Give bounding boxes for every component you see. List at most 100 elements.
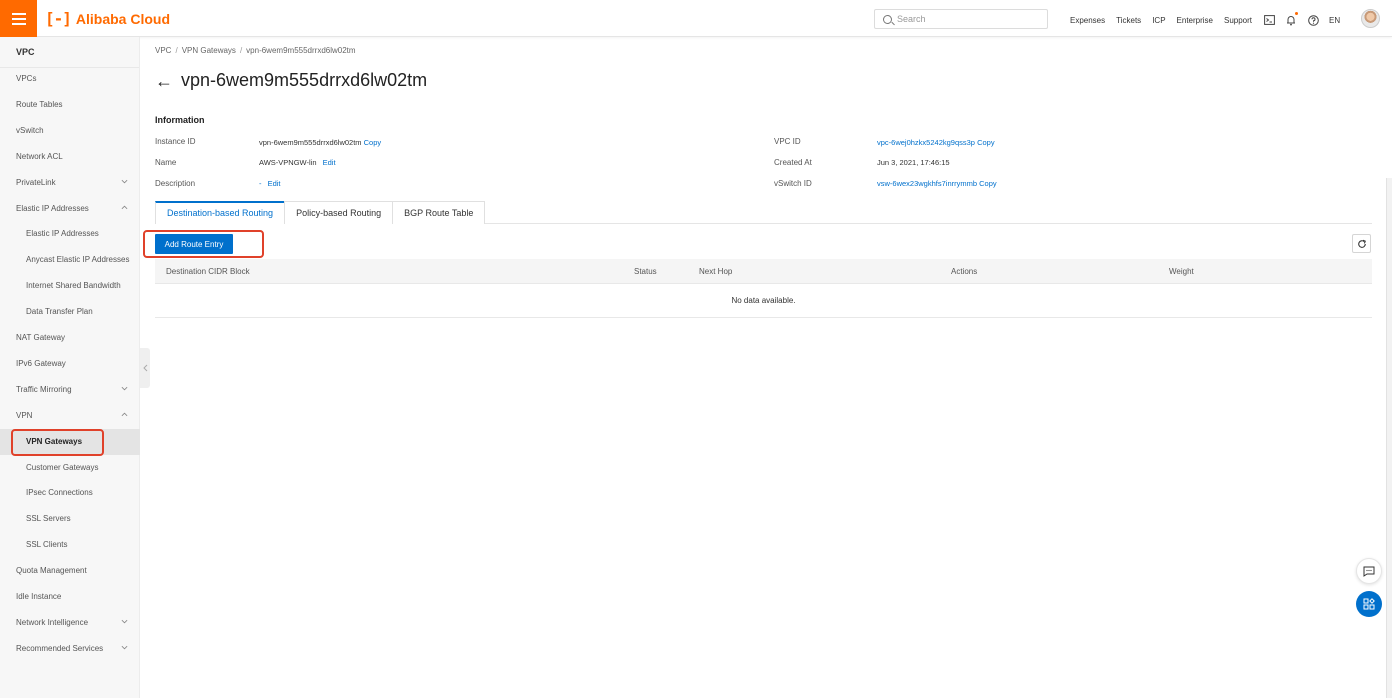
sidebar-item-label: VPN	[16, 410, 33, 420]
logo-text: Alibaba Cloud	[75, 10, 171, 27]
sidebar-item-vswitch[interactable]: vSwitch	[0, 118, 140, 144]
language-switch[interactable]: EN	[1329, 16, 1340, 25]
sidebar-item-label: SSL Servers	[26, 514, 71, 524]
copy-vswitch-id-link[interactable]: Copy	[979, 179, 997, 188]
vswitch-id-label: vSwitch ID	[774, 179, 812, 188]
sidebar-item-label: Elastic IP Addresses	[16, 203, 89, 213]
sidebar-item-label: VPCs	[16, 74, 37, 83]
sidebar-collapse-button[interactable]	[140, 348, 150, 388]
tickets-link[interactable]: Tickets	[1116, 16, 1141, 25]
hamburger-menu-button[interactable]	[0, 0, 37, 37]
breadcrumb-separator: /	[239, 46, 243, 55]
chevron-down-icon	[121, 619, 128, 624]
sidebar-item-elastic-ip-addresses[interactable]: Elastic IP Addresses	[0, 196, 140, 222]
breadcrumb-vpc[interactable]: VPC	[155, 46, 171, 55]
name-value-group: AWS-VPNGW-lin Edit	[259, 158, 336, 167]
sidebar-item-label: Network Intelligence	[16, 617, 89, 627]
chevron-down-icon	[121, 645, 128, 650]
sidebar-item-data-transfer-plan[interactable]: Data Transfer Plan	[0, 299, 140, 325]
breadcrumb-vpn-gateways[interactable]: VPN Gateways	[182, 46, 236, 55]
sidebar-item-ssl-clients[interactable]: SSL Clients	[0, 532, 140, 558]
copy-vpc-id-link[interactable]: Copy	[977, 138, 995, 147]
sidebar-item-route-tables[interactable]: Route Tables	[0, 92, 140, 118]
tab-policy-based-routing[interactable]: Policy-based Routing	[284, 201, 394, 224]
sidebar-item-network-acl[interactable]: Network ACL	[0, 144, 140, 170]
alibaba-cloud-logo[interactable]: [-] Alibaba Cloud	[45, 9, 170, 28]
refresh-icon	[1357, 239, 1366, 248]
sidebar-item-nat-gateway[interactable]: NAT Gateway	[0, 325, 140, 351]
chevron-up-icon	[121, 412, 128, 416]
sidebar-item-ssl-servers[interactable]: SSL Servers	[0, 506, 140, 532]
sidebar-item-vpcs[interactable]: VPCs	[0, 66, 140, 92]
vpc-id-link[interactable]: vpc-6wej0hzkx5242kg9qss3p	[877, 138, 975, 147]
refresh-button[interactable]	[1352, 234, 1371, 253]
apps-grid-icon	[1363, 598, 1375, 610]
bell-icon[interactable]	[1285, 12, 1299, 26]
sidebar-item-label: Anycast Elastic IP Addresses	[26, 255, 130, 265]
back-arrow-icon[interactable]: ←	[155, 71, 173, 91]
icp-link[interactable]: ICP	[1152, 16, 1165, 25]
logo-mark-icon: [-]	[45, 9, 72, 28]
sidebar-item-vpn-gateways[interactable]: VPN Gateways	[0, 428, 140, 455]
search-icon	[883, 14, 892, 24]
description-value-group: - Edit	[259, 179, 281, 188]
page-scrollbar[interactable]	[1386, 178, 1392, 698]
table-header: Destination CIDR Block Status Next Hop A…	[155, 259, 1372, 284]
column-destination-cidr-block: Destination CIDR Block	[166, 267, 250, 276]
sidebar-title: VPC	[0, 37, 139, 68]
sidebar-item-label: vSwitch	[16, 125, 44, 135]
sidebar-item-label: IPv6 Gateway	[16, 358, 66, 368]
sidebar-item-privatelink[interactable]: PrivateLink	[0, 170, 140, 196]
sidebar-item-anycast-elastic-ip-addresses[interactable]: Anycast Elastic IP Addresses	[0, 247, 140, 273]
sidebar-item-label: IPsec Connections	[26, 488, 93, 498]
copy-instance-id-link[interactable]: Copy	[364, 138, 382, 147]
search-box[interactable]	[874, 9, 1048, 29]
sidebar-item-traffic-mirroring[interactable]: Traffic Mirroring	[0, 377, 140, 403]
sidebar: VPC VPCs Route Tables vSwitch Network ACL Pr…	[0, 37, 140, 698]
sidebar-item-elastic-ip-addresses[interactable]: Elastic IP Addresses	[0, 221, 140, 247]
sidebar-item-label: Idle Instance	[16, 592, 62, 601]
sidebar-item-ipsec-connections[interactable]: IPsec Connections	[0, 480, 140, 506]
notification-dot	[1295, 12, 1299, 15]
tab-bgp-route-table[interactable]: BGP Route Table	[392, 201, 486, 224]
edit-description-link[interactable]: Edit	[268, 179, 281, 188]
expenses-link[interactable]: Expenses	[1070, 16, 1105, 25]
vswitch-id-link[interactable]: vsw-6wex23wgkhfs7inrrymmb	[877, 179, 977, 188]
vpc-id-label: VPC ID	[774, 137, 801, 146]
support-link[interactable]: Support	[1224, 16, 1252, 25]
sidebar-item-recommended-services[interactable]: Recommended Services	[0, 636, 140, 662]
sidebar-item-internet-shared-bandwidth[interactable]: Internet Shared Bandwidth	[0, 273, 140, 299]
sidebar-item-label: Customer Gateways	[26, 462, 99, 472]
chevron-down-icon	[121, 179, 128, 184]
column-next-hop: Next Hop	[699, 267, 733, 276]
sidebar-item-ipv6-gateway[interactable]: IPv6 Gateway	[0, 351, 140, 377]
page-title: vpn-6wem9m555drrxd6lw02tm	[181, 70, 428, 90]
help-icon[interactable]	[1307, 14, 1319, 26]
sidebar-item-quota-management[interactable]: Quota Management	[0, 558, 140, 584]
menu-line	[11, 12, 26, 15]
menu-line	[11, 17, 26, 20]
routing-tabs: Destination-based Routing Policy-based R…	[155, 201, 1372, 224]
sidebar-item-idle-instance[interactable]: Idle Instance	[0, 584, 140, 610]
sidebar-item-label: Traffic Mirroring	[16, 384, 72, 394]
sidebar-item-label: Data Transfer Plan	[26, 307, 93, 317]
instance-id-label: Instance ID	[155, 137, 196, 146]
tab-destination-based-routing[interactable]: Destination-based Routing	[155, 201, 286, 224]
terminal-icon[interactable]	[1263, 14, 1275, 26]
enterprise-link[interactable]: Enterprise	[1177, 16, 1213, 25]
column-actions: Actions	[951, 267, 978, 276]
avatar[interactable]	[1361, 9, 1380, 28]
apps-button[interactable]	[1356, 591, 1382, 617]
sidebar-item-customer-gateways[interactable]: Customer Gateways	[0, 455, 140, 481]
edit-name-link[interactable]: Edit	[323, 158, 336, 167]
sidebar-item-label: Network ACL	[16, 151, 63, 161]
sidebar-item-network-intelligence[interactable]: Network Intelligence	[0, 610, 140, 636]
column-weight: Weight	[1169, 267, 1194, 276]
sidebar-item-label: Internet Shared Bandwidth	[26, 281, 121, 291]
instance-id-value-group: vpn-6wem9m555drrxd6lw02tm Copy	[259, 138, 381, 147]
sidebar-item-vpn[interactable]: VPN	[0, 403, 140, 429]
add-route-entry-button[interactable]: Add Route Entry	[155, 234, 233, 254]
search-input[interactable]	[897, 14, 1037, 24]
feedback-button[interactable]	[1356, 558, 1382, 584]
description-value: -	[259, 179, 262, 188]
